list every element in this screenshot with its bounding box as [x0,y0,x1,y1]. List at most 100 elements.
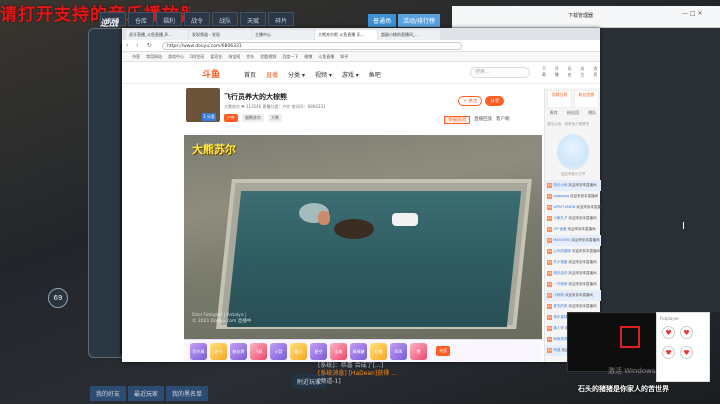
game-nav-fragment[interactable]: 碎片 [268,12,295,26]
gift-item[interactable]: 星空 [310,342,327,360]
browser-tab[interactable]: 发现频道 - 发现 [189,30,251,40]
room-tag[interactable]: 大熊 [268,114,282,122]
gift-item[interactable]: 粉丝牌 [230,342,247,360]
recharge-button[interactable]: 充值 [436,346,450,356]
chat-username[interactable]: 一只熊熊 [553,282,567,286]
follow-button[interactable]: + 关注 [458,96,483,106]
room-tag[interactable]: 户外 [224,114,238,122]
chat-username[interactable]: 快乐星球 [553,315,567,319]
nav-fishbar[interactable]: 鱼吧 [369,70,381,79]
bookmark-item[interactable]: QQ空间 [190,52,204,61]
nav-messages[interactable]: 消息 [593,66,600,78]
tab-recent-players[interactable]: 最近玩家 [128,386,165,401]
gift-item[interactable]: 办卡 [210,342,227,360]
game-nav-talent[interactable]: 天赋 [240,12,267,26]
chat-username[interactable]: 打小怪兽 [553,260,567,264]
game-nav-warehouse[interactable]: 仓库 [128,12,155,26]
gift-item[interactable]: 超火 [290,342,307,360]
gift-item[interactable]: 赞 [410,342,427,360]
tab-fanclub-rank[interactable]: 粉丝团榜 [574,90,599,108]
chat-username[interactable]: 阳光小熊 [553,183,567,187]
browser-tab-active[interactable]: 大熊苏尔斯 斗鱼直播 乐… [315,30,377,40]
tab-fanclub[interactable]: 粉丝团 [567,110,579,118]
douyu-search-input[interactable]: 搜索... [470,67,530,78]
heart-icon[interactable]: ♥ [662,346,675,359]
chat-username[interactable]: 心中的猫咪 [553,249,571,253]
list-item: LV OP·逍遥 欢迎来到本直播间 [545,224,601,235]
share-button[interactable]: 分享 [485,96,505,106]
avatar[interactable]: 3 分类 [186,88,220,122]
nav-download[interactable]: 下载 [542,66,549,78]
client-link[interactable]: 客户端 [496,116,510,124]
browser-tab[interactable]: 超级小桃的直播间_… [378,30,440,40]
bookmark-item[interactable]: 常用网站 [146,52,162,61]
browser-nav-buttons[interactable]: ‹ › ↻ [126,42,155,49]
chat-username[interactable]: OP·逍遥 [553,227,566,231]
nav-category[interactable]: 分类 ▾ [288,70,305,79]
bookmark-item[interactable]: 百度一下 [282,52,298,61]
chat-username[interactable]: MAO0000 [553,238,570,242]
nav-broadcast[interactable]: 开播 [555,66,562,78]
bookmark-item[interactable]: 微博 [304,52,312,61]
mascot-caption: 连送专属小王爷 [560,172,586,176]
rank-empty-note: 虚位以待，快来抢占榜首吧 [547,122,589,126]
url-input[interactable]: https://www.douyu.com/6806331 [162,42,462,50]
video-player[interactable]: 大熊苏尔 Ozel Fotograf | Antalya | © 2021 Do… [184,135,542,339]
chat-username[interactable]: 小鱼丸子 [553,216,567,220]
tab-my-friends[interactable]: 我的好友 [90,386,127,401]
chat-username[interactable]: 明天会好 [553,271,567,275]
nav-games[interactable]: 游戏 ▾ [342,70,359,79]
gift-item[interactable]: 火箭 [270,342,287,360]
browser-tab[interactable]: 虎牙直播_斗鱼直播_B… [126,30,188,40]
room-tag[interactable]: 猫熊苏尔 [242,114,264,122]
chat-username[interactable]: 小棕熊 [553,293,564,297]
game-nav-welfare[interactable]: 福利 [156,12,183,26]
gift-item[interactable]: 荧光棒 [190,342,207,360]
chat-message: 欢迎来到本直播间 [568,304,597,308]
gift-item[interactable]: 宝箱 [330,342,347,360]
bookmark-item[interactable]: 书签 [132,52,140,61]
game-nav-team[interactable]: 战队 [212,12,239,26]
chat-username[interactable]: 熊熊勇闯 [553,337,567,341]
bookmark-item[interactable]: 淘宝网 [228,52,240,61]
nav-live[interactable]: 直播 [266,70,278,79]
tab-blacklist[interactable]: 我的黑名单 [166,386,209,401]
bookmark-item[interactable]: 京东 [246,52,254,61]
nav-video[interactable]: 视频 ▾ [315,70,332,79]
swimmer [318,211,330,225]
chat-username[interactable]: 路人甲 [553,326,564,330]
chat-username[interactable]: WPMT16838 [553,205,575,209]
tab-fleet[interactable]: 舰队 [588,110,596,118]
game-nav-battlepass[interactable]: 战令 [184,12,211,26]
gift-item[interactable]: 飞机 [250,342,267,360]
gift-item[interactable]: 礼物 [370,342,387,360]
replay-link[interactable]: 直播回放 [474,116,492,124]
bookmark-item[interactable]: 爱奇艺 [210,52,222,61]
report-button[interactable]: 举报房间 [444,116,470,124]
heart-icon[interactable]: ♥ [680,346,693,359]
bookmark-item[interactable]: 知乎 [340,52,348,61]
window-controls[interactable]: — □ ✕ [682,10,703,17]
bookmark-item[interactable]: 斗鱼直播 [318,52,334,61]
game-activity-button[interactable]: 活动/排行榜 [398,14,441,27]
heart-icon[interactable]: ♥ [680,326,693,339]
chat-username[interactable]: 夏天的风 [553,304,567,308]
nav-home[interactable]: 首页 [244,70,256,79]
heart-icon[interactable]: ♥ [662,326,675,339]
game-normal-mode-button[interactable]: 普通场 [368,14,397,27]
douyu-logo[interactable]: 斗鱼 [202,67,220,80]
bookmark-item[interactable]: 游戏中心 [168,52,184,61]
gift-item[interactable]: 棒棒糖 [350,342,367,360]
tab-vip[interactable]: 贵宾 [550,110,558,118]
gift-item[interactable]: 666 [390,342,407,360]
tab-daily-contribution[interactable]: 贡献日榜 [547,90,572,108]
nav-history[interactable]: 历史 [568,66,575,78]
chat-message: 欢迎来到本直播间 [568,260,597,264]
chat-message: 欢迎来到本直播间 [572,249,601,253]
browser-tab[interactable]: 主播中心 [252,30,314,40]
chat-username[interactable]: qqqqqqq [553,194,569,198]
bookmark-item[interactable]: 优酷视频 [260,52,276,61]
chat-message: 欢迎来到本直播间 [571,238,600,242]
chat-username[interactable]: 阿强 [553,348,560,352]
nav-follow[interactable]: 关注 [580,66,587,78]
